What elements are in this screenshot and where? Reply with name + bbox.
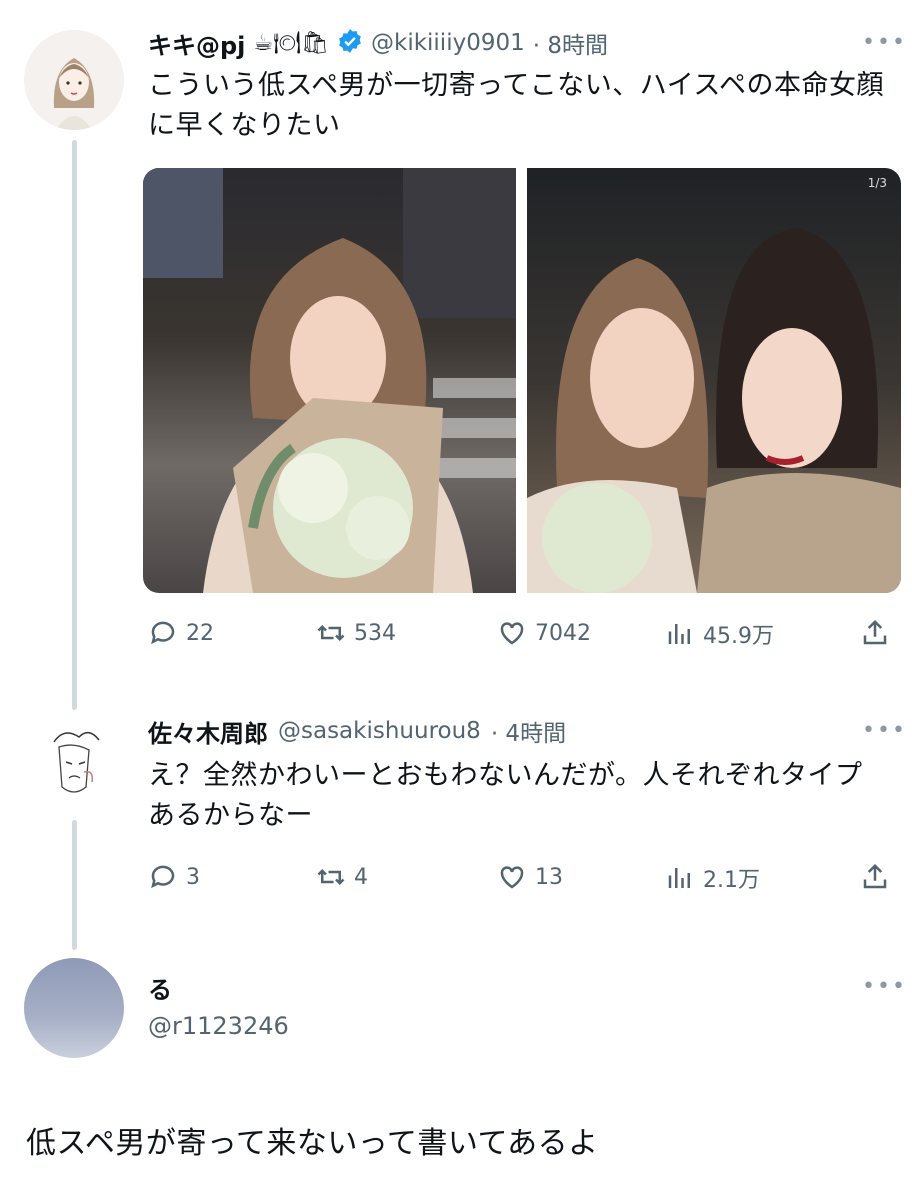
- share-button[interactable]: [860, 618, 890, 648]
- like-button[interactable]: 13: [497, 862, 563, 892]
- views-bar-icon: [668, 624, 690, 644]
- views-bar-icon: [668, 868, 690, 888]
- retweet-button[interactable]: 4: [316, 862, 368, 892]
- thread-line-1: [72, 140, 77, 710]
- like-count: 7042: [535, 620, 591, 646]
- retweet-count: 4: [354, 864, 368, 890]
- tweet2-text: え？全然かわいーとおもわないんだが。人それぞれタイプあるからなー: [148, 760, 863, 831]
- like-count: 13: [535, 864, 563, 890]
- more-dots-icon[interactable]: •••: [862, 974, 907, 999]
- tweet1-photo-2[interactable]: 1/3: [527, 168, 901, 593]
- views-button[interactable]: 2.1万: [665, 862, 760, 894]
- retweet-icon: [317, 868, 345, 886]
- heart-icon: [500, 622, 524, 645]
- reply-bubble-icon: [151, 865, 175, 889]
- tweet2-handle[interactable]: @sasakishuurou8: [278, 718, 481, 744]
- share-button[interactable]: [860, 862, 890, 892]
- reply-button[interactable]: 22: [148, 618, 214, 648]
- views-count: 45.9万: [703, 624, 774, 649]
- tweet1-handle[interactable]: @kikiiiiy0901: [371, 30, 525, 56]
- views-button[interactable]: 45.9万: [665, 618, 774, 650]
- retweet-count: 534: [354, 620, 396, 646]
- views-count: 2.1万: [703, 868, 760, 893]
- tweet3-text: 低スペ男が寄って来ないって書いてあるよ: [26, 1126, 599, 1161]
- verified-badge-icon: [337, 28, 363, 58]
- like-button[interactable]: 7042: [497, 618, 591, 648]
- media-counter-badge: 1/3: [867, 176, 887, 190]
- tweet1-time[interactable]: · 8時間: [533, 26, 608, 60]
- retweet-button[interactable]: 534: [316, 618, 396, 648]
- tweet1-text: こういう低スペ男が一切寄ってこない、ハイスペの本命女顔に早くなりたい: [148, 70, 885, 141]
- avatar-sasaki[interactable]: [24, 712, 124, 812]
- share-icon: [863, 619, 887, 645]
- avatar-kiki[interactable]: [24, 30, 124, 130]
- thread-line-2: [72, 820, 77, 950]
- reply-count: 3: [186, 864, 200, 890]
- reply-bubble-icon: [151, 621, 175, 645]
- tweet1-photo-1[interactable]: [143, 168, 516, 593]
- more-dots-icon[interactable]: •••: [862, 30, 907, 55]
- tweet2-name[interactable]: 佐々木周郎: [148, 714, 268, 749]
- tweet3-handle[interactable]: @r1123246: [148, 1012, 289, 1040]
- more-dots-icon[interactable]: •••: [862, 718, 907, 743]
- tweet1-header: キキ@pj ☕🍽🛍 @kikiiiiy0901 · 8時間: [148, 26, 608, 60]
- name-emojis: ☕🍽🛍: [253, 30, 329, 56]
- tweet3-name[interactable]: る: [148, 970, 172, 1005]
- tweet2-time[interactable]: · 4時間: [491, 714, 566, 748]
- tweet2-header: 佐々木周郎 @sasakishuurou8 · 4時間: [148, 714, 566, 748]
- avatar-ru[interactable]: [24, 958, 124, 1058]
- tweet1-name[interactable]: キキ@pj: [148, 26, 245, 61]
- share-icon: [863, 863, 887, 889]
- retweet-icon: [317, 624, 345, 642]
- reply-button[interactable]: 3: [148, 862, 200, 892]
- reply-count: 22: [186, 620, 214, 646]
- heart-icon: [500, 866, 524, 889]
